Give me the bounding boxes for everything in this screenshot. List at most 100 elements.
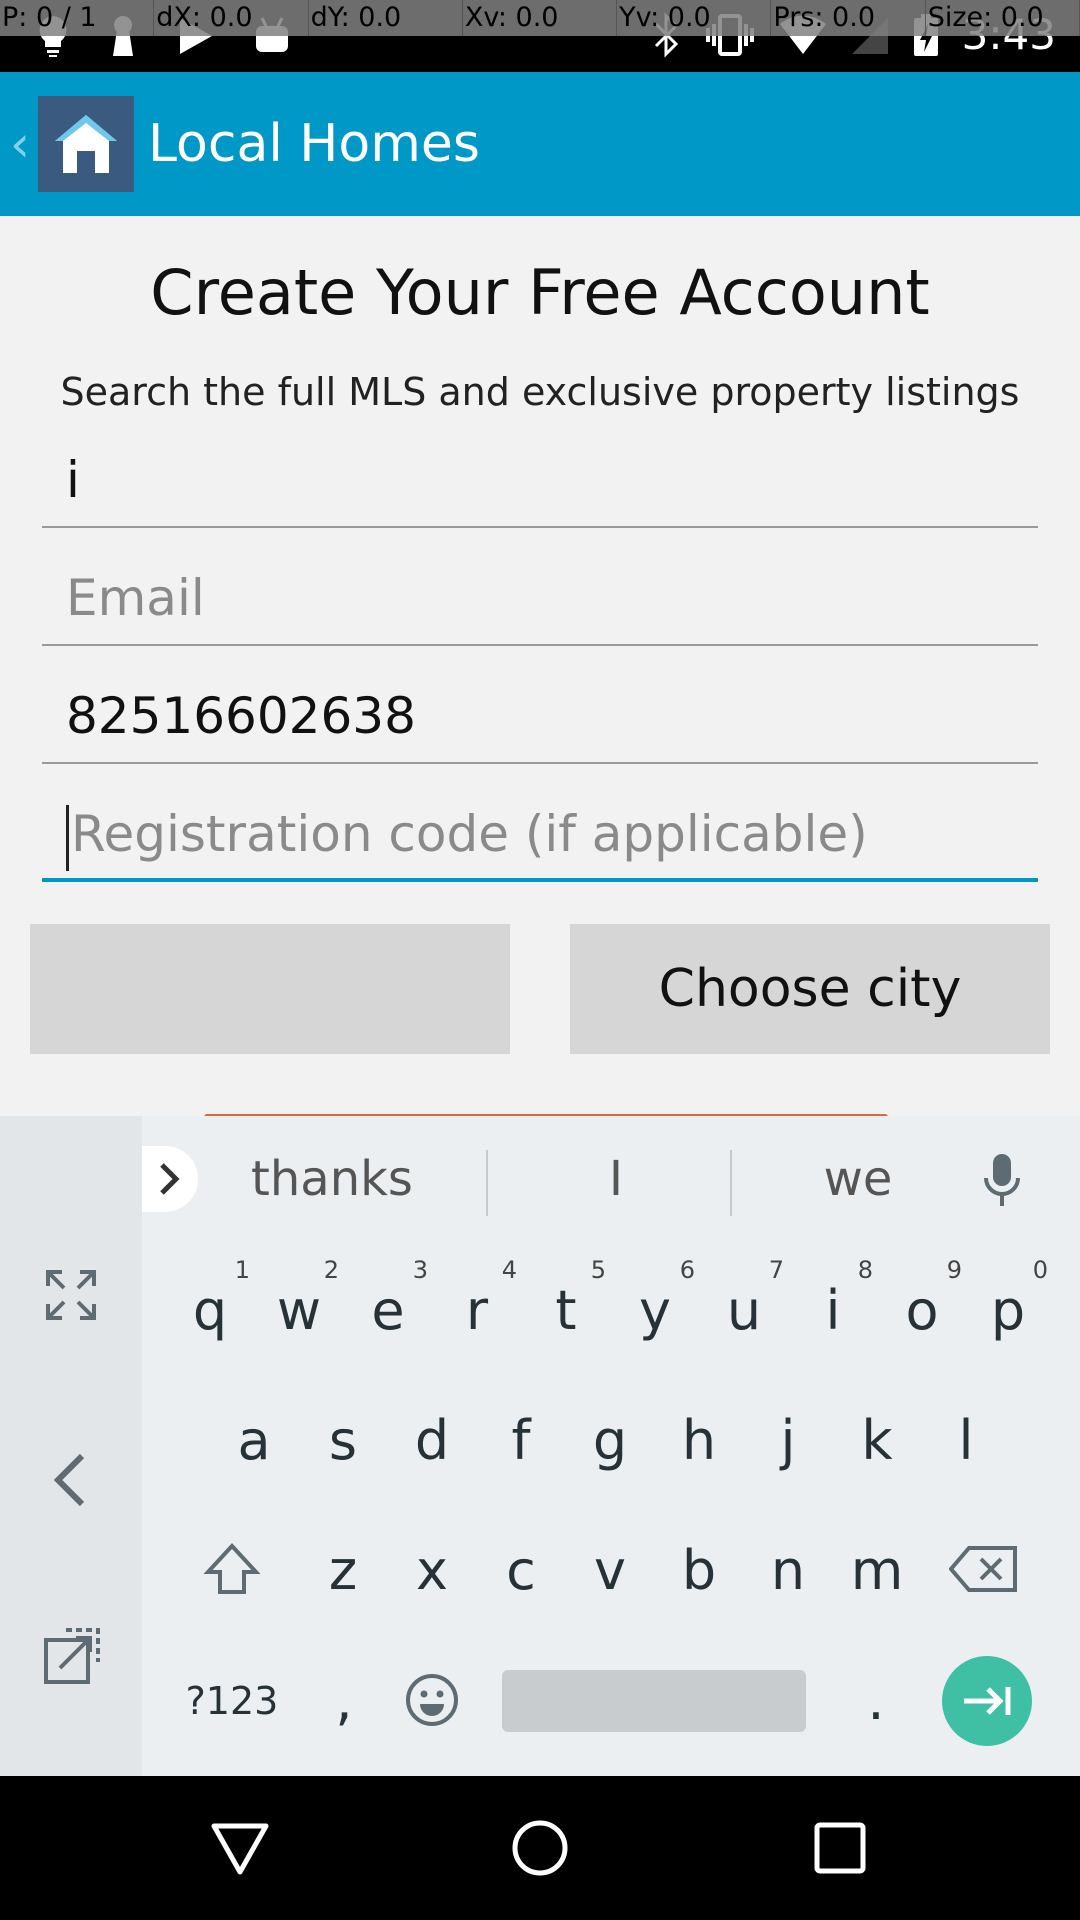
key-label: q <box>192 1279 228 1342</box>
key-label: p <box>990 1279 1026 1342</box>
expand-icon[interactable] <box>44 1268 98 1322</box>
microphone-icon[interactable] <box>980 1152 1024 1208</box>
key-x[interactable]: x <box>388 1516 476 1626</box>
key-o[interactable]: o9 <box>878 1256 966 1366</box>
key-w[interactable]: w2 <box>255 1256 343 1366</box>
key-hint: 1 <box>234 1256 250 1284</box>
key-hint: 2 <box>323 1256 339 1284</box>
key-hint: 6 <box>679 1256 695 1284</box>
suggestion-2[interactable]: I <box>526 1146 706 1212</box>
backspace-icon <box>948 1546 1017 1592</box>
cursor-left-icon[interactable] <box>50 1452 90 1508</box>
key-label: i <box>825 1279 841 1342</box>
key-hint: 8 <box>857 1256 873 1284</box>
key-p[interactable]: p0 <box>964 1256 1052 1366</box>
key-v[interactable]: v <box>566 1516 654 1626</box>
key-y[interactable]: y6 <box>611 1256 699 1366</box>
emoji-icon <box>406 1674 458 1726</box>
key-label: w <box>276 1279 322 1342</box>
key-hint: 0 <box>1032 1256 1048 1284</box>
key-b[interactable]: b <box>655 1516 743 1626</box>
pointer-location-overlay: P: 0 / 1 dX: 0.0 dY: 0.0 Xv: 0.0 Yv: 0.0… <box>0 0 1080 36</box>
home-logo-icon[interactable] <box>38 96 134 192</box>
registration-code-field[interactable]: Registration code (if applicable) <box>42 796 1038 882</box>
key-f[interactable]: f <box>477 1386 565 1496</box>
name-field[interactable]: i <box>42 442 1038 528</box>
tab-next-icon <box>964 1687 1011 1715</box>
suggestion-divider <box>486 1150 488 1216</box>
registration-code-placeholder: Registration code (if applicable) <box>71 805 868 863</box>
key-j[interactable]: j <box>744 1386 832 1496</box>
key-q[interactable]: q1 <box>166 1256 254 1366</box>
pointer-count: P: 0 / 1 <box>0 0 155 36</box>
key-l[interactable]: l <box>922 1386 1010 1496</box>
text-cursor <box>66 804 69 871</box>
choose-city-button[interactable]: Choose city <box>570 924 1050 1054</box>
key-a[interactable]: a <box>210 1386 298 1496</box>
pointer-dy: dY: 0.0 <box>309 0 463 36</box>
soft-keyboard: thanks I we q1 w2 e3 r4 t5 y6 u7 i8 o9 p… <box>0 1116 1080 1776</box>
key-label: y <box>639 1279 671 1342</box>
suggestions-expand-button[interactable] <box>142 1146 198 1212</box>
navigation-bar <box>0 1776 1080 1920</box>
home-circle-icon <box>512 1820 568 1876</box>
key-label: e <box>371 1279 405 1342</box>
chevron-right-icon <box>160 1163 180 1195</box>
pointer-size: Size: 0.0 <box>926 0 1080 36</box>
key-hint: 3 <box>412 1256 428 1284</box>
key-label: o <box>905 1279 939 1342</box>
key-i[interactable]: i8 <box>789 1256 877 1366</box>
key-hint: 9 <box>946 1256 962 1284</box>
key-label: u <box>726 1279 762 1342</box>
key-z[interactable]: z <box>299 1516 387 1626</box>
pointer-dx: dX: 0.0 <box>154 0 309 36</box>
emoji-key[interactable] <box>388 1646 476 1756</box>
key-u[interactable]: u7 <box>700 1256 788 1366</box>
key-h[interactable]: h <box>655 1386 743 1496</box>
pointer-xv: Xv: 0.0 <box>463 0 618 36</box>
home-button[interactable] <box>504 1812 576 1884</box>
keyboard-side-panel <box>0 1116 142 1776</box>
pointer-pressure: Prs: 0.0 <box>771 0 926 36</box>
space-bar[interactable] <box>502 1670 806 1732</box>
key-r[interactable]: r4 <box>433 1256 521 1366</box>
email-field[interactable]: Email <box>42 560 1038 646</box>
key-g[interactable]: g <box>566 1386 654 1496</box>
period-key[interactable]: . <box>832 1646 920 1756</box>
key-m[interactable]: m <box>833 1516 921 1626</box>
recents-square-icon <box>814 1822 866 1874</box>
back-icon[interactable]: ‹ <box>10 115 36 173</box>
form-subtitle: Search the full MLS and exclusive proper… <box>60 370 1020 414</box>
key-hint: 5 <box>590 1256 606 1284</box>
key-e[interactable]: e3 <box>344 1256 432 1366</box>
back-triangle-icon <box>211 1823 269 1875</box>
suggestion-strip: thanks I we <box>142 1116 1080 1242</box>
backspace-key[interactable] <box>940 1516 1028 1626</box>
pointer-yv: Yv: 0.0 <box>617 0 772 36</box>
key-label: r <box>465 1279 489 1342</box>
app-bar: ‹ Local Homes <box>0 72 1080 216</box>
signup-form: Create Your Free Account Search the full… <box>0 216 1080 1120</box>
next-key[interactable] <box>942 1656 1032 1746</box>
suggestion-3[interactable]: we <box>758 1146 958 1212</box>
key-hint: 4 <box>501 1256 517 1284</box>
key-label: t <box>555 1279 577 1342</box>
floating-keyboard-icon[interactable] <box>42 1626 102 1686</box>
key-n[interactable]: n <box>744 1516 832 1626</box>
comma-key[interactable]: , <box>300 1646 388 1756</box>
key-c[interactable]: c <box>477 1516 565 1626</box>
form-title: Create Your Free Account <box>150 256 930 329</box>
recents-button[interactable] <box>804 1812 876 1884</box>
key-s[interactable]: s <box>299 1386 387 1496</box>
back-button[interactable] <box>204 1812 276 1884</box>
suggestion-1[interactable]: thanks <box>232 1146 432 1212</box>
app-title: Local Homes <box>148 114 480 174</box>
key-t[interactable]: t5 <box>522 1256 610 1366</box>
key-hint: 7 <box>768 1256 784 1284</box>
shift-key[interactable] <box>188 1516 276 1626</box>
key-k[interactable]: k <box>833 1386 921 1496</box>
phone-field[interactable]: 82516602638 <box>42 678 1038 764</box>
key-d[interactable]: d <box>388 1386 476 1496</box>
state-select-button[interactable] <box>30 924 510 1054</box>
symbols-key[interactable]: ?123 <box>170 1646 294 1756</box>
